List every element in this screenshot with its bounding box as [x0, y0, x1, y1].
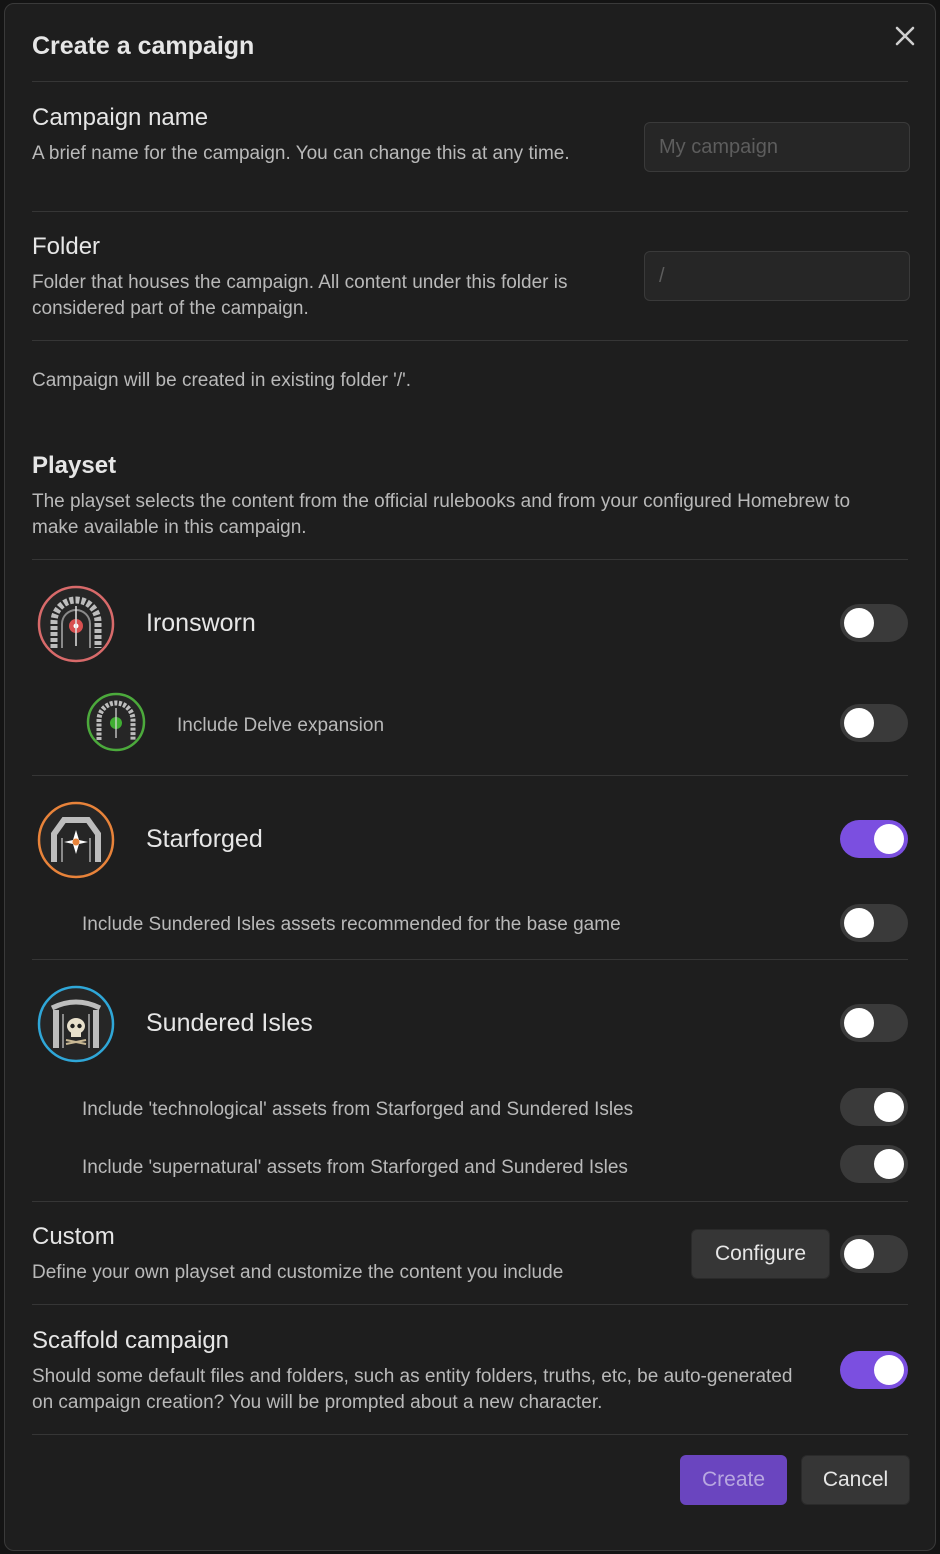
create-button[interactable]: Create	[680, 1455, 787, 1505]
modal-title: Create a campaign	[32, 32, 255, 60]
technological-label: Include 'technological' assets from Star…	[82, 1099, 634, 1120]
divider	[32, 81, 908, 82]
folder-input[interactable]	[644, 251, 910, 301]
divider	[32, 775, 908, 776]
create-campaign-modal: Create a campaign Campaign name A brief …	[4, 3, 936, 1551]
starforged-label: Starforged	[146, 825, 263, 853]
sundered-isles-label: Sundered Isles	[146, 1009, 313, 1037]
ironsworn-logo-icon	[36, 584, 116, 669]
campaign-name-description: A brief name for the campaign. You can c…	[32, 143, 570, 164]
campaign-name-input[interactable]	[644, 122, 910, 172]
scaffold-toggle[interactable]	[840, 1351, 908, 1389]
delve-label: Include Delve expansion	[177, 715, 385, 736]
custom-toggle[interactable]	[840, 1235, 908, 1273]
configure-button[interactable]: Configure	[691, 1229, 830, 1279]
folder-notice: Campaign will be created in existing fol…	[32, 370, 411, 391]
delve-toggle[interactable]	[840, 704, 908, 742]
supernatural-toggle[interactable]	[840, 1145, 908, 1183]
divider	[32, 1434, 908, 1435]
starforged-toggle[interactable]	[840, 820, 908, 858]
toggle-knob	[844, 608, 874, 638]
toggle-knob	[844, 1239, 874, 1269]
scaffold-description: Should some default files and folders, s…	[32, 1366, 793, 1413]
ironsworn-toggle[interactable]	[840, 604, 908, 642]
delve-logo-icon	[86, 692, 146, 757]
toggle-knob	[874, 1092, 904, 1122]
sundered-isles-toggle[interactable]	[840, 1004, 908, 1042]
toggle-knob	[844, 708, 874, 738]
sundered-isles-logo-icon	[36, 984, 116, 1069]
divider	[32, 559, 908, 560]
sundered-recommended-label: Include Sundered Isles assets recommende…	[82, 914, 621, 935]
cancel-button[interactable]: Cancel	[801, 1455, 910, 1505]
toggle-knob	[874, 1149, 904, 1179]
ironsworn-label: Ironsworn	[146, 609, 256, 637]
scaffold-label: Scaffold campaign	[32, 1327, 230, 1354]
divider	[32, 1201, 908, 1202]
toggle-knob	[874, 1355, 904, 1385]
sundered-recommended-toggle[interactable]	[840, 904, 908, 942]
divider	[32, 340, 908, 341]
custom-label: Custom	[32, 1223, 115, 1250]
divider	[32, 959, 908, 960]
technological-toggle[interactable]	[840, 1088, 908, 1126]
supernatural-label: Include 'supernatural' assets from Starf…	[82, 1157, 628, 1178]
toggle-knob	[844, 1008, 874, 1038]
campaign-name-label: Campaign name	[32, 104, 209, 131]
toggle-knob	[874, 824, 904, 854]
custom-description: Define your own playset and customize th…	[32, 1262, 564, 1283]
close-icon[interactable]	[891, 22, 919, 50]
divider	[32, 211, 908, 212]
folder-label: Folder	[32, 233, 101, 260]
folder-description: Folder that houses the campaign. All con…	[32, 272, 568, 319]
starforged-logo-icon	[36, 800, 116, 885]
playset-description: The playset selects the content from the…	[32, 491, 851, 538]
divider	[32, 1304, 908, 1305]
playset-heading: Playset	[32, 452, 117, 479]
toggle-knob	[844, 908, 874, 938]
